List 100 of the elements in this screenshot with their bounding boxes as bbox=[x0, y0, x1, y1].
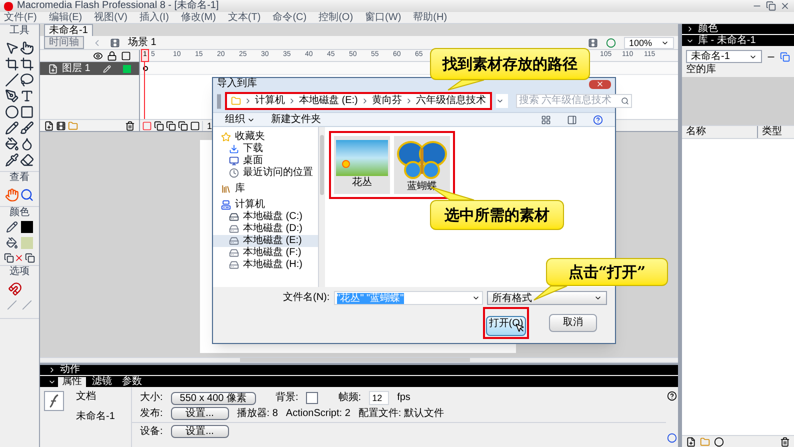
eyedropper-icon[interactable] bbox=[4, 153, 19, 167]
brush-icon[interactable] bbox=[20, 121, 34, 135]
preview-pane-icon[interactable] bbox=[567, 114, 577, 124]
restore-icon[interactable] bbox=[766, 1, 776, 11]
zoom-select[interactable]: 100% bbox=[624, 36, 674, 48]
expand-icon[interactable] bbox=[686, 25, 694, 33]
menu-item[interactable]: 文件(F) bbox=[4, 12, 37, 24]
close-icon[interactable] bbox=[780, 1, 790, 11]
trash-icon[interactable] bbox=[780, 436, 790, 446]
lasso-icon[interactable] bbox=[20, 73, 34, 87]
nav-item[interactable]: 收藏夹 bbox=[213, 131, 318, 143]
onion-outline-icon[interactable] bbox=[166, 120, 176, 130]
new-symbol-icon[interactable] bbox=[686, 436, 696, 446]
outline-icon[interactable] bbox=[121, 50, 131, 60]
swap-icon[interactable] bbox=[4, 253, 14, 263]
zoom-icon[interactable] bbox=[20, 188, 34, 202]
nav-item[interactable]: 本地磁盘 (F:) bbox=[213, 247, 318, 259]
bucket-icon[interactable] bbox=[4, 137, 19, 151]
pointer-icon[interactable] bbox=[20, 41, 34, 55]
nav-item[interactable]: 本地磁盘 (H:) bbox=[213, 259, 318, 271]
circle-icon[interactable] bbox=[4, 105, 19, 119]
lock-icon[interactable] bbox=[107, 50, 117, 60]
line-icon[interactable] bbox=[4, 73, 19, 87]
folder-icon[interactable] bbox=[700, 436, 710, 446]
organize-button[interactable]: 组织 bbox=[225, 114, 255, 126]
settings-button[interactable]: 设置... bbox=[170, 425, 229, 438]
dropdown-icon[interactable] bbox=[496, 97, 504, 105]
nav-item[interactable]: 本地磁盘 (E:) bbox=[213, 235, 318, 247]
menu-item[interactable]: 命令(C) bbox=[272, 12, 307, 24]
color-panel-bar[interactable]: 颜色 bbox=[682, 24, 794, 34]
document-tab[interactable]: 未命名-1 bbox=[44, 24, 93, 36]
stroke-color-swatch[interactable] bbox=[21, 221, 34, 233]
guide-icon[interactable] bbox=[56, 120, 66, 130]
file-item[interactable]: 花丛 bbox=[334, 136, 390, 194]
breadcrumb-item[interactable]: 计算机 bbox=[255, 95, 285, 107]
nav-item[interactable]: 本地磁盘 (C:) bbox=[213, 211, 318, 223]
library-select[interactable]: 未命名-1 bbox=[686, 50, 762, 63]
library-panel-bar[interactable]: 库 - 未命名-1 bbox=[682, 35, 794, 46]
layer-row[interactable]: 图层 1 bbox=[40, 62, 139, 75]
nav-item[interactable]: 库 bbox=[213, 183, 318, 195]
settings-button[interactable]: 550 x 400 像素 bbox=[170, 392, 256, 404]
edit-scene-icon[interactable] bbox=[588, 38, 598, 48]
pen-icon[interactable] bbox=[4, 89, 19, 103]
properties-tab[interactable]: 滤镜 bbox=[88, 377, 116, 387]
menu-item[interactable]: 文本(T) bbox=[228, 12, 261, 24]
new-library-icon[interactable] bbox=[780, 52, 790, 62]
new-folder-button[interactable]: 新建文件夹 bbox=[271, 114, 321, 126]
edit-symbol-icon[interactable] bbox=[606, 38, 616, 48]
column-header[interactable]: 类型 bbox=[758, 126, 794, 138]
fps-field[interactable]: 12 bbox=[369, 391, 390, 405]
eraser-icon[interactable] bbox=[20, 153, 34, 167]
background-color-swatch[interactable] bbox=[306, 392, 318, 404]
text-icon[interactable] bbox=[20, 89, 34, 103]
expand-icon[interactable] bbox=[48, 366, 56, 374]
timeline-button[interactable]: 时间轴 bbox=[44, 36, 84, 49]
cancel-button[interactable]: 取消 bbox=[549, 314, 597, 332]
horizontal-scrollbar[interactable] bbox=[40, 357, 678, 363]
close-button[interactable] bbox=[589, 80, 611, 88]
nav-item[interactable]: 最近访问的位置 bbox=[213, 167, 318, 179]
pencil-icon[interactable] bbox=[4, 121, 19, 135]
hand-icon[interactable] bbox=[4, 188, 19, 202]
address-bar[interactable]: 计算机 本地磁盘 (E:) 黄向芬 六年级信息技术 bbox=[227, 94, 490, 108]
arrow-icon[interactable] bbox=[4, 41, 19, 55]
settings-button[interactable]: 设置... bbox=[170, 407, 229, 420]
breadcrumb-item[interactable]: 六年级信息技术 bbox=[416, 95, 486, 107]
trash-icon[interactable] bbox=[125, 120, 135, 130]
actions-panel-bar[interactable]: 动作 bbox=[40, 365, 678, 375]
layer-icon[interactable] bbox=[48, 64, 58, 74]
nav-item[interactable]: 计算机 bbox=[213, 199, 318, 211]
breadcrumb-item[interactable]: 黄向芬 bbox=[372, 95, 402, 107]
menu-item[interactable]: 插入(I) bbox=[139, 12, 169, 24]
properties-tab[interactable]: 参数 bbox=[118, 377, 146, 387]
swap-icon[interactable] bbox=[24, 253, 35, 263]
accessibility-icon[interactable] bbox=[667, 433, 677, 443]
nav-item[interactable]: 下载 bbox=[213, 143, 318, 155]
droplet-icon[interactable] bbox=[20, 137, 34, 151]
crop-icon[interactable] bbox=[20, 57, 34, 71]
help-icon[interactable] bbox=[667, 391, 677, 401]
scrollbar[interactable] bbox=[319, 127, 325, 287]
eye-icon[interactable] bbox=[93, 50, 103, 60]
menu-item[interactable]: 编辑(E) bbox=[48, 12, 82, 24]
onion-skin-icon[interactable] bbox=[154, 120, 164, 130]
edit-frames-icon[interactable] bbox=[178, 120, 188, 130]
nav-item[interactable]: 本地磁盘 (D:) bbox=[213, 223, 318, 235]
markers-icon[interactable] bbox=[190, 120, 200, 130]
menu-item[interactable]: 修改(M) bbox=[180, 12, 216, 24]
add-layer-icon[interactable] bbox=[44, 120, 54, 130]
scene-icon[interactable] bbox=[110, 38, 120, 48]
magnet-icon[interactable] bbox=[8, 282, 22, 296]
square-icon[interactable] bbox=[20, 105, 34, 119]
nav-item[interactable]: 桌面 bbox=[213, 155, 318, 167]
menu-item[interactable]: 窗口(W) bbox=[365, 12, 402, 24]
info-icon[interactable] bbox=[714, 436, 724, 446]
view-icon[interactable] bbox=[541, 114, 551, 124]
breadcrumb-item[interactable]: 本地磁盘 (E:) bbox=[299, 95, 358, 107]
bucket-icon[interactable] bbox=[6, 237, 18, 249]
no-color-icon[interactable] bbox=[14, 253, 24, 263]
help-icon[interactable] bbox=[593, 114, 603, 124]
file-type-select[interactable]: 所有格式 bbox=[487, 291, 607, 305]
menu-item[interactable]: 帮助(H) bbox=[413, 12, 448, 24]
